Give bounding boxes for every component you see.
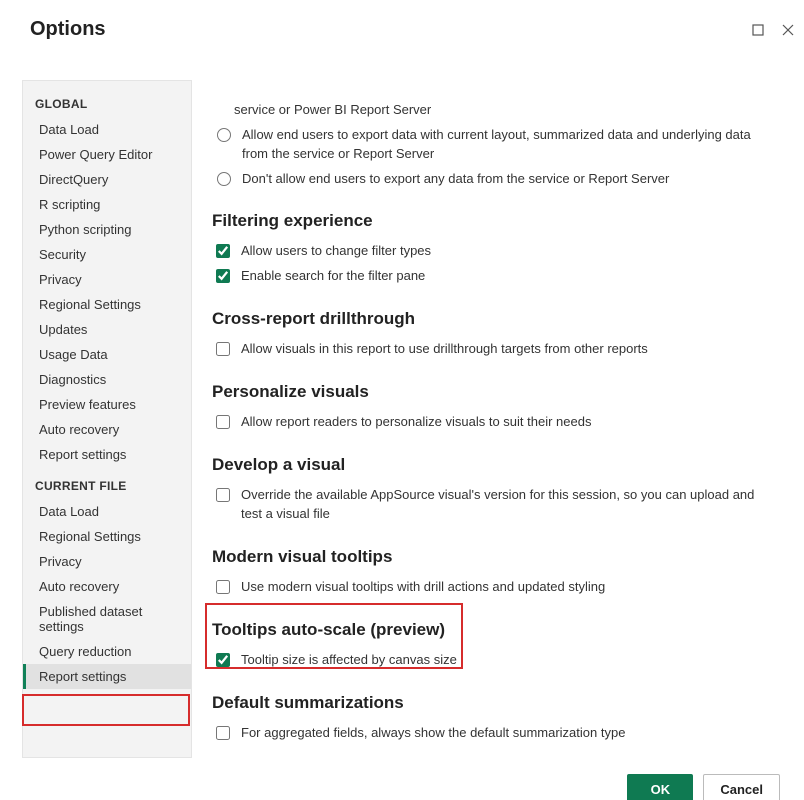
sidebar-item-current-auto-recovery[interactable]: Auto recovery bbox=[23, 574, 191, 599]
section-default-sum-title: Default summarizations bbox=[212, 693, 758, 713]
sidebar-item-python-scripting[interactable]: Python scripting bbox=[23, 217, 191, 242]
sidebar-item-diagnostics[interactable]: Diagnostics bbox=[23, 367, 191, 392]
section-tooltips-autoscale-wrap: Tooltips auto-scale (preview) Tooltip si… bbox=[212, 620, 758, 673]
dialog-body: GLOBAL Data Load Power Query Editor Dire… bbox=[22, 80, 782, 758]
personalize-allow-checkbox[interactable] bbox=[216, 415, 230, 429]
tooltips-autoscale-opt[interactable]: Tooltip size is affected by canvas size bbox=[212, 648, 758, 673]
crossreport-allow[interactable]: Allow visuals in this report to use dril… bbox=[212, 337, 758, 362]
sidebar-item-current-report-settings[interactable]: Report settings bbox=[23, 664, 191, 689]
default-sum-opt[interactable]: For aggregated fields, always show the d… bbox=[212, 721, 758, 746]
dialog-footer: OK Cancel bbox=[627, 774, 780, 800]
filtering-allow-change[interactable]: Allow users to change filter types bbox=[212, 239, 758, 264]
filtering-allow-change-checkbox[interactable] bbox=[216, 244, 230, 258]
develop-override[interactable]: Override the available AppSource visual'… bbox=[212, 483, 758, 527]
options-sidebar: GLOBAL Data Load Power Query Editor Dire… bbox=[22, 80, 192, 758]
default-sum-label: For aggregated fields, always show the d… bbox=[241, 724, 625, 743]
filtering-enable-search-checkbox[interactable] bbox=[216, 269, 230, 283]
section-personalize-title: Personalize visuals bbox=[212, 382, 758, 402]
develop-override-label: Override the available AppSource visual'… bbox=[241, 486, 758, 524]
filtering-enable-search[interactable]: Enable search for the filter pane bbox=[212, 264, 758, 289]
content-wrap: service or Power BI Report Server Allow … bbox=[198, 80, 782, 758]
personalize-allow[interactable]: Allow report readers to personalize visu… bbox=[212, 410, 758, 435]
default-sum-checkbox[interactable] bbox=[216, 726, 230, 740]
filtering-allow-change-label: Allow users to change filter types bbox=[241, 242, 431, 261]
sidebar-item-updates[interactable]: Updates bbox=[23, 317, 191, 342]
sidebar-head-current-file: CURRENT FILE bbox=[23, 467, 191, 499]
tooltips-autoscale-label: Tooltip size is affected by canvas size bbox=[241, 651, 457, 670]
sidebar-item-current-privacy[interactable]: Privacy bbox=[23, 549, 191, 574]
sidebar-item-security[interactable]: Security bbox=[23, 242, 191, 267]
export-option-none[interactable]: Don't allow end users to export any data… bbox=[212, 167, 758, 192]
filtering-enable-search-label: Enable search for the filter pane bbox=[241, 267, 425, 286]
sidebar-item-preview-features[interactable]: Preview features bbox=[23, 392, 191, 417]
sidebar-item-usage-data[interactable]: Usage Data bbox=[23, 342, 191, 367]
section-filtering-title: Filtering experience bbox=[212, 211, 758, 231]
crossreport-allow-label: Allow visuals in this report to use dril… bbox=[241, 340, 648, 359]
export-radio-none[interactable] bbox=[217, 172, 231, 186]
modern-tooltips-checkbox[interactable] bbox=[216, 580, 230, 594]
sidebar-item-power-query-editor[interactable]: Power Query Editor bbox=[23, 142, 191, 167]
crossreport-allow-checkbox[interactable] bbox=[216, 342, 230, 356]
export-radio-full-label: Allow end users to export data with curr… bbox=[242, 126, 758, 164]
section-modern-tooltips-title: Modern visual tooltips bbox=[212, 547, 758, 567]
export-radio-none-label: Don't allow end users to export any data… bbox=[242, 170, 669, 189]
ok-button[interactable]: OK bbox=[627, 774, 693, 800]
close-button[interactable] bbox=[780, 22, 796, 38]
sidebar-item-auto-recovery-global[interactable]: Auto recovery bbox=[23, 417, 191, 442]
cancel-button[interactable]: Cancel bbox=[703, 774, 780, 800]
modern-tooltips-label: Use modern visual tooltips with drill ac… bbox=[241, 578, 605, 597]
sidebar-item-current-data-load[interactable]: Data Load bbox=[23, 499, 191, 524]
options-dialog: Options GLOBAL Data Load Power Query Edi… bbox=[0, 18, 804, 800]
modern-tooltips-use[interactable]: Use modern visual tooltips with drill ac… bbox=[212, 575, 758, 600]
export-option-trail: service or Power BI Report Server bbox=[234, 101, 758, 123]
sidebar-item-report-settings-global[interactable]: Report settings bbox=[23, 442, 191, 467]
sidebar-item-global-data-load[interactable]: Data Load bbox=[23, 117, 191, 142]
sidebar-item-query-reduction[interactable]: Query reduction bbox=[23, 639, 191, 664]
export-radio-full[interactable] bbox=[217, 128, 231, 142]
maximize-button[interactable] bbox=[750, 22, 766, 38]
sidebar-item-current-regional[interactable]: Regional Settings bbox=[23, 524, 191, 549]
sidebar-head-global: GLOBAL bbox=[23, 85, 191, 117]
sidebar-item-directquery[interactable]: DirectQuery bbox=[23, 167, 191, 192]
tooltips-autoscale-checkbox[interactable] bbox=[216, 653, 230, 667]
section-tooltips-autoscale-title: Tooltips auto-scale (preview) bbox=[212, 620, 758, 640]
section-crossreport-title: Cross-report drillthrough bbox=[212, 309, 758, 329]
sidebar-item-r-scripting[interactable]: R scripting bbox=[23, 192, 191, 217]
sidebar-item-published-dataset-settings[interactable]: Published dataset settings bbox=[23, 599, 191, 639]
personalize-allow-label: Allow report readers to personalize visu… bbox=[241, 413, 591, 432]
section-develop-title: Develop a visual bbox=[212, 455, 758, 475]
sidebar-item-privacy-global[interactable]: Privacy bbox=[23, 267, 191, 292]
export-option-full[interactable]: Allow end users to export data with curr… bbox=[212, 123, 758, 167]
dialog-title: Options bbox=[30, 18, 804, 41]
offscreen-spacer bbox=[212, 80, 758, 101]
window-controls bbox=[742, 18, 804, 42]
develop-override-checkbox[interactable] bbox=[216, 488, 230, 502]
options-scroll-area[interactable]: service or Power BI Report Server Allow … bbox=[212, 80, 762, 758]
sidebar-item-regional-global[interactable]: Regional Settings bbox=[23, 292, 191, 317]
